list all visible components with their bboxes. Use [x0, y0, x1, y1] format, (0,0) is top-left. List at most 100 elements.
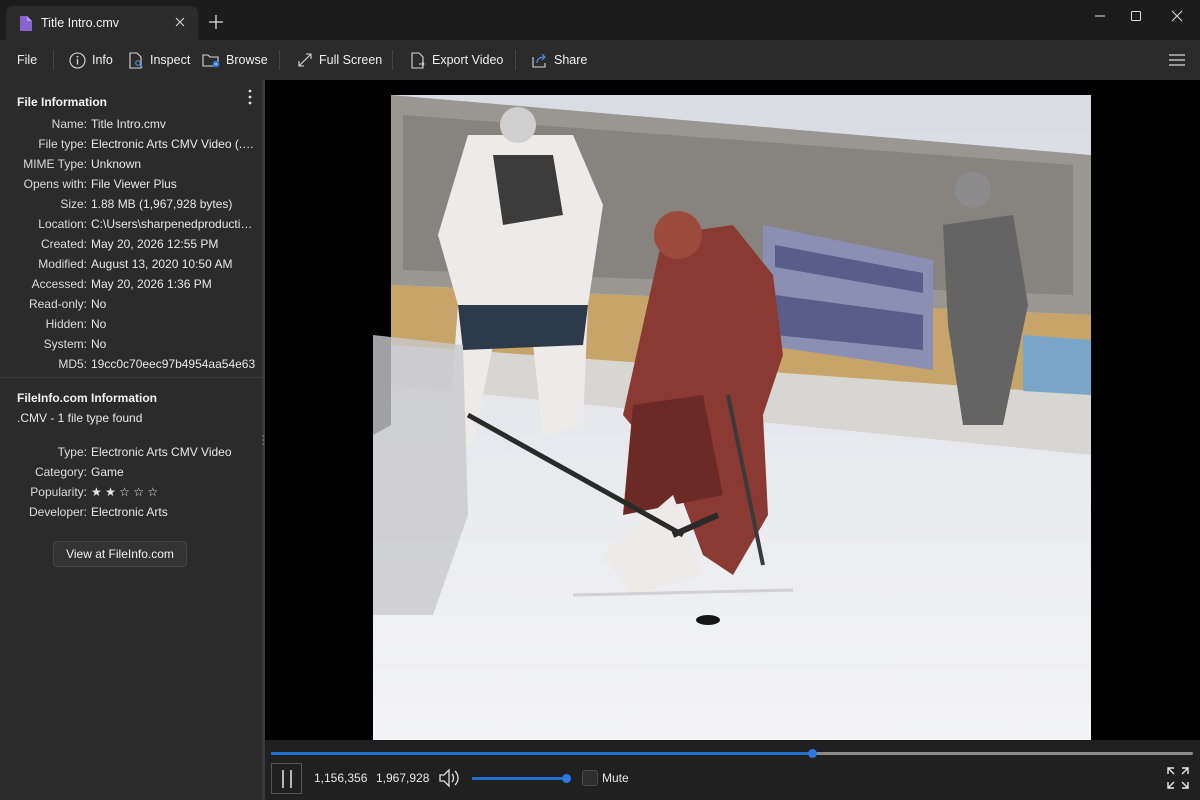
info-row-value: File Viewer Plus [91, 177, 177, 191]
info-row-key: Developer: [28, 505, 87, 519]
volume-slider[interactable] [472, 774, 571, 783]
info-row-value: No [91, 297, 107, 311]
info-row: Read-only: No [0, 294, 262, 314]
info-row-value: Game [91, 465, 124, 479]
info-row-key: Type: [57, 445, 87, 459]
info-row-key: Location: [38, 217, 87, 231]
info-row: Size: 1.88 MB (1,967,928 bytes) [0, 194, 262, 214]
info-row-key: MIME Type: [23, 157, 87, 171]
toolbar-divider [53, 50, 54, 70]
seek-progress [271, 752, 813, 755]
pause-button[interactable] [271, 763, 302, 794]
info-row: Accessed: May 20, 2026 1:36 PM [0, 274, 262, 294]
export-video-button[interactable]: Export Video [411, 49, 503, 71]
view-at-fileinfo-label: View at FileInfo.com [66, 547, 174, 561]
info-row: Modified: August 13, 2020 10:50 AM [0, 254, 262, 274]
document-tab[interactable]: Title Intro.cmv [6, 6, 198, 40]
export-document-icon [411, 51, 425, 69]
info-row-value: Title Intro.cmv [91, 117, 166, 131]
info-row: Name: Title Intro.cmv [0, 114, 262, 134]
info-label: Info [92, 53, 113, 67]
file-information-heading: File Information [17, 95, 107, 109]
view-at-fileinfo-button[interactable]: View at FileInfo.com [53, 541, 187, 567]
title-bar: Title Intro.cmv [0, 0, 1200, 40]
toolbar-divider [392, 50, 393, 70]
export-video-label: Export Video [432, 53, 504, 67]
browse-folder-icon [202, 54, 220, 68]
document-icon [20, 15, 32, 31]
video-viewport[interactable] [265, 80, 1200, 740]
tab-title: Title Intro.cmv [41, 16, 120, 30]
info-row-value: C:\Users\sharpenedproductions [91, 217, 257, 231]
info-row-key: Popularity: [30, 485, 87, 499]
more-options-icon[interactable] [246, 88, 254, 106]
maximize-button[interactable] [1113, 0, 1159, 32]
info-row-value: Electronic Arts [91, 505, 168, 519]
info-row-value: August 13, 2020 10:50 AM [91, 257, 233, 271]
info-row-key: Category: [34, 465, 87, 479]
volume-icon[interactable] [438, 768, 460, 788]
info-row-key: Read-only: [28, 297, 87, 311]
fullscreen-icon[interactable] [1166, 766, 1190, 790]
file-menu-label: File [17, 53, 38, 67]
close-tab-icon[interactable] [172, 14, 188, 30]
info-row: Hidden: No [0, 314, 262, 334]
share-button[interactable]: Share [532, 49, 587, 71]
menu-icon[interactable] [1168, 52, 1186, 68]
total-length: 1,967,928 [376, 771, 430, 785]
info-row: MIME Type: Unknown [0, 154, 262, 174]
browse-button[interactable]: Browse [202, 49, 268, 71]
info-row: Opens with: File Viewer Plus [0, 174, 262, 194]
info-row-value: No [91, 317, 107, 331]
share-icon [532, 53, 546, 68]
info-row-value: ★ ★ ☆ ☆ ☆ [91, 485, 159, 499]
mute-checkbox[interactable] [582, 770, 598, 786]
share-label: Share [554, 53, 588, 67]
minimize-icon [1095, 15, 1105, 17]
info-row: Category: Game [0, 462, 262, 482]
info-row-value: 1.88 MB (1,967,928 bytes) [91, 197, 233, 211]
info-row-value: Electronic Arts CMV Video (.cmv) [91, 137, 257, 151]
fileinfo-com-heading: FileInfo.com Information [17, 391, 157, 405]
info-row-value: Unknown [91, 157, 142, 171]
info-row-value: May 20, 2026 12:55 PM [91, 237, 219, 251]
new-tab-icon[interactable] [207, 13, 225, 31]
info-row: Location: C:\Users\sharpenedproductions [0, 214, 262, 234]
info-row-value: No [91, 337, 107, 351]
volume-handle[interactable] [562, 774, 571, 783]
file-menu[interactable]: File [17, 49, 37, 71]
info-row-key: Opens with: [23, 177, 87, 191]
video-frame [373, 95, 1091, 740]
close-button[interactable] [1154, 0, 1200, 32]
seek-bar[interactable] [271, 749, 1193, 758]
pause-icon [281, 769, 292, 788]
mute-label: Mute [602, 771, 629, 785]
info-row: Type: Electronic Arts CMV Video [0, 442, 262, 462]
info-row-key: Hidden: [45, 317, 87, 331]
info-row-key: Size: [60, 197, 87, 211]
info-row-key: Modified: [38, 257, 87, 271]
current-position: 1,156,356 [314, 771, 368, 785]
inspect-button[interactable]: Inspect [129, 49, 190, 71]
toolbar: File Info Inspect Browse Full Screen Exp… [0, 40, 1200, 80]
info-row-key: MD5: [58, 357, 87, 371]
info-row-key: Accessed: [31, 277, 87, 291]
info-row-value: Electronic Arts CMV Video [91, 445, 232, 459]
info-row-key: Created: [40, 237, 87, 251]
toolbar-divider [515, 50, 516, 70]
info-row: Popularity: ★ ★ ☆ ☆ ☆ [0, 482, 262, 502]
inspect-icon [129, 51, 143, 69]
toolbar-divider [279, 50, 280, 70]
info-row-value: May 20, 2026 1:36 PM [91, 277, 212, 291]
playback-controls: 1,156,356 1,967,928 Mute [265, 740, 1200, 800]
expand-icon [298, 53, 312, 67]
full-screen-button[interactable]: Full Screen [297, 49, 382, 71]
inspect-label: Inspect [150, 53, 191, 67]
info-row-key: System: [43, 337, 87, 351]
info-row-value: 19cc0c70eec97b4954aa54e63 [91, 357, 256, 371]
info-button[interactable]: Info [69, 49, 113, 71]
seek-handle[interactable] [808, 749, 818, 758]
section-divider [0, 377, 262, 378]
info-icon [69, 51, 86, 69]
info-row-key: Name: [51, 117, 87, 131]
